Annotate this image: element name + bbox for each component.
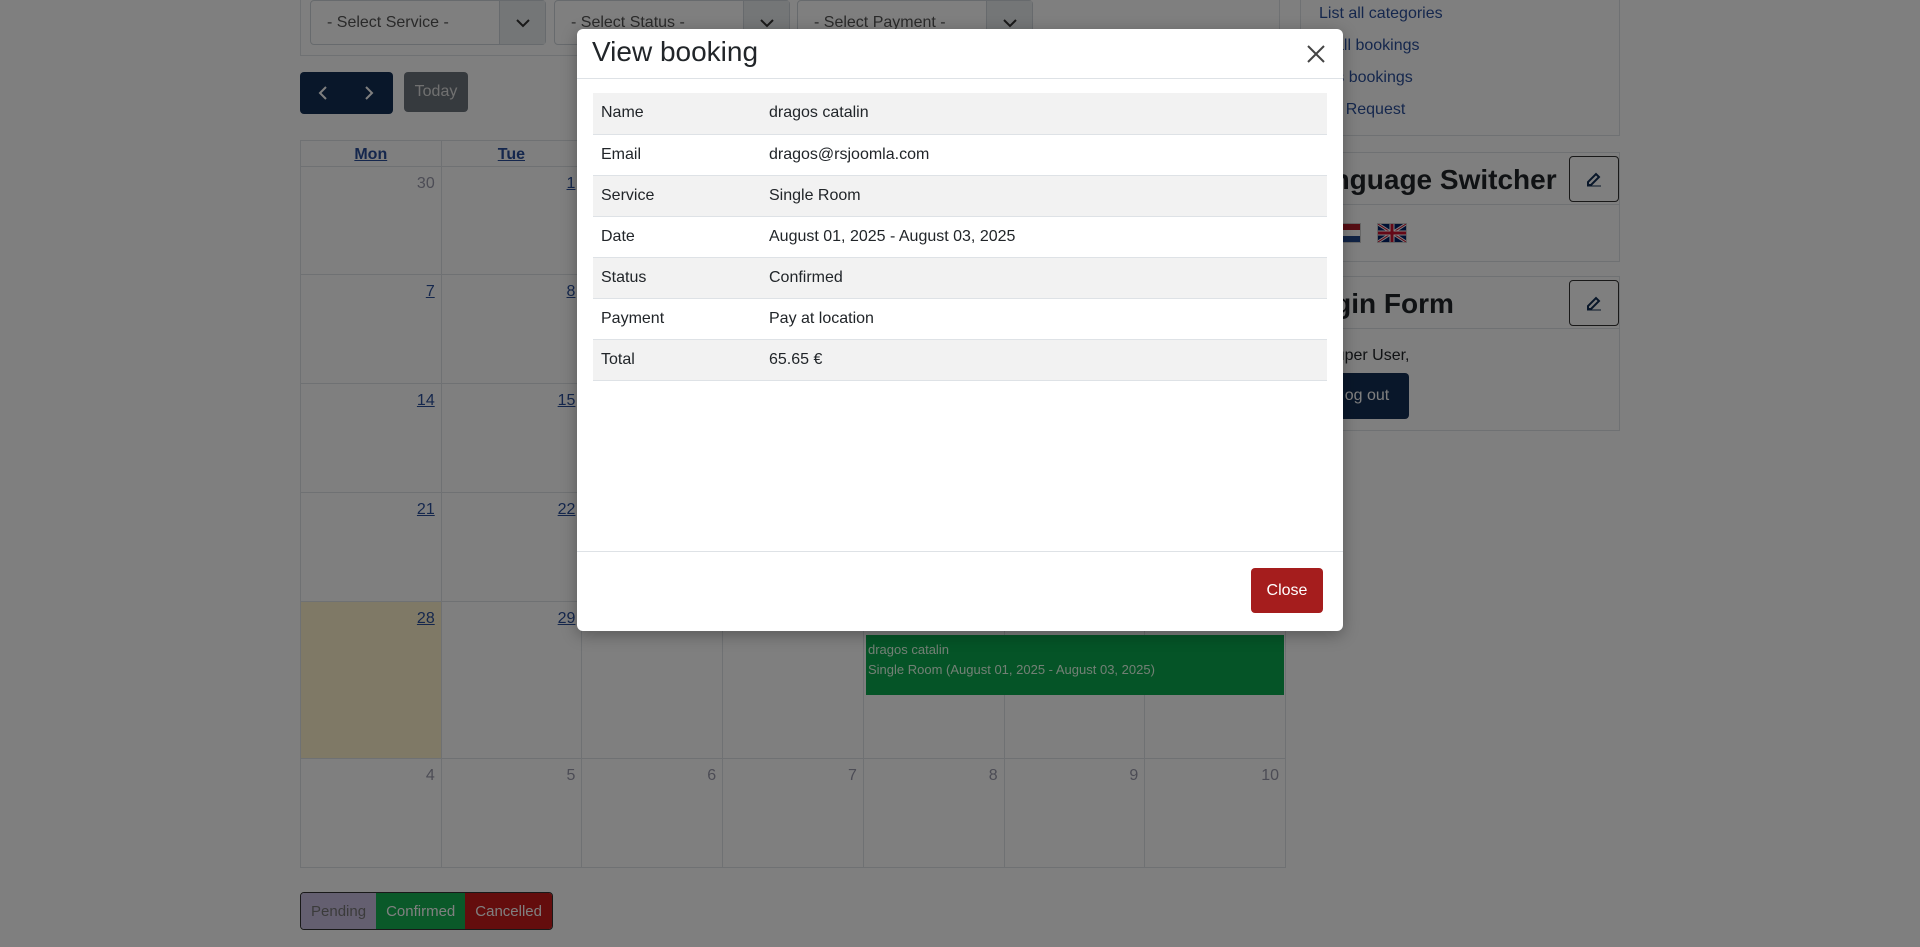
table-row: Name dragos catalin <box>593 93 1327 134</box>
table-row: Payment Pay at location <box>593 298 1327 339</box>
field-value: Single Room <box>769 186 861 204</box>
table-row: Total 65.65 € <box>593 339 1327 380</box>
field-label: Name <box>601 104 644 122</box>
modal-title: View booking <box>592 36 759 67</box>
table-row: Service Single Room <box>593 175 1327 216</box>
field-value: 65.65 € <box>769 350 823 368</box>
close-icon[interactable] <box>1301 39 1331 69</box>
field-label: Payment <box>601 309 665 327</box>
table-row: Status Confirmed <box>593 257 1327 298</box>
modal-body: Name dragos catalin Email dragos@rsjoomla.… <box>593 93 1327 381</box>
field-value: Confirmed <box>769 268 843 286</box>
modal-footer: Close <box>577 551 1343 631</box>
booking-details-table: Name dragos catalin Email dragos@rsjoomla.… <box>593 93 1327 381</box>
view-booking-modal: View booking Name dragos catalin Email dra… <box>577 29 1343 631</box>
field-label: Total <box>601 350 635 368</box>
table-row: Date August 01, 2025 - August 03, 2025 <box>593 216 1327 257</box>
modal-header: View booking <box>577 29 1343 79</box>
field-label: Date <box>601 227 635 245</box>
field-label: Service <box>601 186 655 204</box>
field-value: dragos@rsjoomla.com <box>769 145 930 163</box>
field-value: Pay at location <box>769 309 874 327</box>
field-label: Status <box>601 268 647 286</box>
table-row: Email dragos@rsjoomla.com <box>593 134 1327 175</box>
page: - Select Service - - Select Status - - S… <box>0 0 1920 947</box>
field-label: Email <box>601 145 642 163</box>
field-value: dragos catalin <box>769 104 869 122</box>
close-button[interactable]: Close <box>1251 568 1323 613</box>
field-value: August 01, 2025 - August 03, 2025 <box>769 227 1016 245</box>
